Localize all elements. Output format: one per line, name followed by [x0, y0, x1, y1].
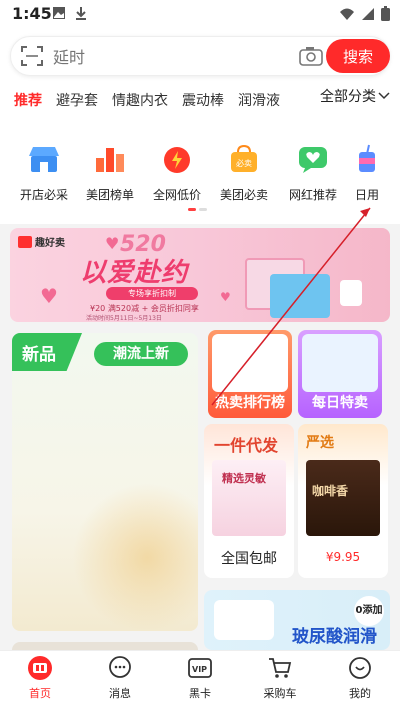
new-products-label: 新品 [22, 345, 56, 365]
daily-deal-title: 每日特卖 [312, 395, 368, 411]
banner-title: 以爱赴约 [80, 258, 189, 288]
quick-entry-must-sell[interactable]: 必卖 美团必卖 [212, 142, 276, 203]
new-products-card[interactable]: 新品 潮流上新 [12, 333, 198, 631]
quick-entry-label: 全网低价 [152, 188, 201, 202]
nav-label: 黑卡 [189, 687, 211, 700]
all-categories-button[interactable]: 全部分类 [314, 86, 390, 106]
product-image [72, 483, 198, 631]
product-image [302, 334, 378, 392]
camera-icon[interactable] [299, 46, 323, 66]
selected-title: 严选 [306, 435, 334, 451]
carousel-indicator [188, 208, 207, 211]
banner-date: 活动时间5月11日~5月13日 [86, 315, 162, 322]
bag-icon: 必卖 [227, 142, 261, 176]
hot-ranking-title: 热卖排行榜 [215, 395, 285, 411]
nav-label: 消息 [109, 687, 131, 700]
hyaluronic-title: 玻尿酸润滑 [292, 627, 377, 647]
category-tabs: 推荐 避孕套 情趣内衣 震动棒 润滑液 全部分类 [0, 86, 400, 114]
hot-ranking-card[interactable]: 热卖排行榜 [208, 330, 292, 418]
status-time: 1:45 [12, 4, 52, 23]
alarm-icon [160, 142, 194, 176]
quick-entry-label: 日用 [354, 188, 379, 202]
profile-icon [347, 655, 373, 681]
status-bar: 1:45 [0, 0, 400, 30]
image-icon [53, 7, 65, 19]
ranking-icon [93, 142, 127, 176]
cart-icon [267, 655, 293, 681]
nav-home[interactable]: 首页 [0, 651, 80, 711]
download-icon [76, 7, 86, 20]
dropship-title: 一件代发 [214, 436, 279, 455]
product-image-text: 精选灵敏 [222, 472, 266, 485]
dropship-subtitle: 全国包邮 [221, 551, 277, 567]
quick-entries: 开店必采 美团榜单 全网低价 必卖 美团必卖 网红推荐 日用 [0, 134, 400, 224]
scan-icon[interactable] [21, 45, 43, 67]
svg-text:VIP: VIP [192, 665, 207, 674]
heart-chat-icon [296, 142, 330, 176]
logo-icon [18, 235, 32, 248]
tab-lingerie[interactable]: 情趣内衣 [112, 90, 168, 110]
search-button[interactable]: 搜索 [326, 39, 390, 73]
mug-image [340, 280, 362, 306]
store-icon [27, 142, 61, 176]
nav-label: 我的 [349, 687, 371, 700]
nav-profile[interactable]: 我的 [320, 651, 400, 711]
vip-card-icon: VIP [187, 655, 213, 681]
wifi-icon [340, 8, 354, 20]
carousel-dot-active [188, 208, 196, 211]
home-icon [27, 655, 53, 681]
gift-box-image [270, 274, 330, 318]
quick-entry-influencer[interactable]: 网红推荐 [281, 142, 345, 203]
product-image: 精选灵敏 [212, 460, 286, 536]
tab-recommend[interactable]: 推荐 [14, 90, 42, 110]
heart-icon: ♥ [40, 284, 58, 308]
signal-icon [362, 7, 374, 20]
product-image-text: 咖啡香 [312, 484, 349, 498]
quick-entry-low-price[interactable]: 全网低价 [145, 142, 209, 203]
svg-text:必卖: 必卖 [236, 158, 252, 168]
selected-card[interactable]: 严选 咖啡香 ¥9.95 [298, 424, 388, 578]
banner-logo-text: 趣好卖 [35, 238, 65, 249]
search-input[interactable] [53, 46, 253, 68]
battery-icon [381, 6, 390, 21]
promo-banner[interactable]: 趣好卖 ♥ ♥ ♥ 520 以爱赴约 专场享折扣制 ¥20 满520减 + 会员… [10, 228, 390, 322]
product-image [214, 600, 274, 640]
nav-messages[interactable]: 消息 [80, 651, 160, 711]
nav-label: 采购车 [263, 687, 297, 700]
daily-deal-card[interactable]: 每日特卖 [298, 330, 382, 418]
quick-entry-daily[interactable]: 日用 [342, 142, 392, 203]
cup-icon [350, 142, 384, 176]
quick-entry-label: 美团必卖 [219, 188, 268, 202]
nav-label: 首页 [29, 687, 51, 700]
product-image [212, 334, 288, 392]
new-products-tag: 潮流上新 [94, 342, 188, 366]
nav-vip-card[interactable]: VIP 黑卡 [160, 651, 240, 711]
banner-pill: 专场享折扣制 [106, 287, 198, 300]
all-categories-label: 全部分类 [320, 89, 376, 105]
quick-entry-label: 开店必采 [19, 188, 68, 202]
quick-entry-store-supplies[interactable]: 开店必采 [12, 142, 76, 203]
banner-logo: 趣好卖 [18, 234, 65, 249]
quick-entry-ranking[interactable]: 美团榜单 [78, 142, 142, 203]
quick-entry-label: 美团榜单 [85, 188, 134, 202]
bottom-nav: 首页 消息 VIP 黑卡 采购车 我的 [0, 650, 400, 711]
dropship-card[interactable]: 一件代发 精选灵敏 全国包邮 [204, 424, 294, 578]
product-image: 咖啡香 [306, 460, 380, 536]
quick-entry-label: 网红推荐 [288, 188, 337, 202]
heart-icon: ♥ [105, 234, 120, 253]
hyaluronic-card[interactable]: 0添加 玻尿酸润滑 [204, 590, 390, 650]
tab-condoms[interactable]: 避孕套 [56, 90, 98, 110]
carousel-dot [199, 208, 207, 211]
heart-icon: ♥ [220, 290, 231, 304]
message-icon [107, 655, 133, 681]
selected-price: ¥9.95 [325, 550, 361, 564]
tab-lubricants[interactable]: 润滑液 [238, 90, 280, 110]
header: 搜索 推荐 避孕套 情趣内衣 震动棒 润滑液 全部分类 [0, 30, 400, 134]
tab-vibrators[interactable]: 震动棒 [182, 90, 224, 110]
nav-cart[interactable]: 采购车 [240, 651, 320, 711]
chevron-down-icon [378, 92, 390, 100]
search-bar[interactable]: 搜索 [10, 36, 390, 76]
